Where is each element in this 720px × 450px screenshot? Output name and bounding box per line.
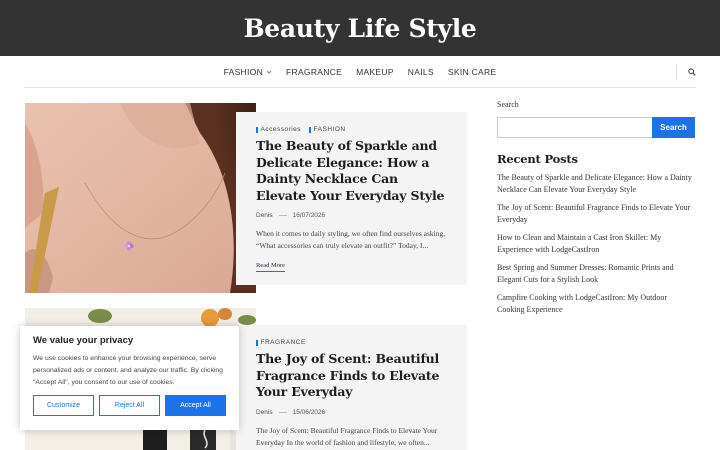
nav-item-fashion[interactable]: FASHION bbox=[224, 67, 272, 77]
post-title[interactable]: The Joy of Scent: Beautiful Fragrance Fi… bbox=[256, 351, 447, 401]
post-excerpt: The Joy of Scent: Beautiful Fragrance Fi… bbox=[256, 425, 438, 447]
recent-post-link[interactable]: Campfire Cooking with LodgeCastIron: My … bbox=[497, 292, 695, 316]
meta-separator bbox=[278, 215, 287, 216]
post-content: Accessories FASHION The Beauty of Sparkl… bbox=[236, 112, 467, 285]
cookie-buttons: Customize Reject All Accept All bbox=[33, 395, 226, 416]
post-content: FRAGRANCE The Joy of Scent: Beautiful Fr… bbox=[236, 325, 467, 450]
search-button[interactable]: Search bbox=[652, 117, 695, 138]
category-accessories[interactable]: Accessories bbox=[256, 126, 301, 133]
sidebar: Search Search Recent Posts The Beauty of… bbox=[497, 100, 695, 322]
recent-post-link[interactable]: How to Clean and Maintain a Cast Iron Sk… bbox=[497, 232, 695, 256]
nav-item-skin-care[interactable]: SKIN CARE bbox=[448, 67, 497, 77]
recent-post-link[interactable]: The Joy of Scent: Beautiful Fragrance Fi… bbox=[497, 202, 695, 226]
nav-item-label: NAILS bbox=[407, 67, 434, 77]
recent-post-link[interactable]: The Beauty of Sparkle and Delicate Elega… bbox=[497, 172, 695, 196]
search-icon bbox=[688, 68, 696, 76]
nav-item-label: FRAGRANCE bbox=[286, 67, 343, 77]
post-excerpt: When it comes to daily styling, we often… bbox=[256, 229, 446, 250]
recent-posts-heading: Recent Posts bbox=[497, 152, 578, 166]
necklace-photo bbox=[25, 103, 256, 293]
post-meta: Denis 15/06/2026 bbox=[256, 409, 447, 416]
meta-separator bbox=[278, 411, 287, 413]
nav-item-fragrance[interactable]: FRAGRANCE bbox=[286, 67, 342, 77]
site-title[interactable]: Beauty Life Style bbox=[243, 14, 476, 43]
post-categories: Accessories FASHION bbox=[256, 126, 447, 133]
cookie-text: We use cookies to enhance your browsing … bbox=[33, 355, 223, 386]
reject-all-button[interactable]: Reject All bbox=[99, 395, 160, 416]
chevron-down-icon bbox=[266, 70, 272, 74]
post-categories: FRAGRANCE bbox=[256, 339, 447, 346]
main-nav: FASHION FRAGRANCE MAKEUP NAILS SKIN CARE bbox=[24, 56, 696, 88]
category-fragrance[interactable]: FRAGRANCE bbox=[256, 339, 306, 346]
nav-item-nails[interactable]: NAILS bbox=[408, 67, 434, 77]
cookie-consent-banner: We value your privacy We use cookies to … bbox=[20, 326, 239, 430]
nav-item-label: SKIN CARE bbox=[447, 67, 497, 77]
nav-item-label: MAKEUP bbox=[356, 67, 394, 77]
search-label: Search bbox=[497, 100, 519, 109]
cookie-title: We value your privacy bbox=[33, 335, 134, 346]
category-fashion[interactable]: FASHION bbox=[309, 126, 346, 133]
nav-item-makeup[interactable]: MAKEUP bbox=[356, 67, 394, 77]
search-input[interactable] bbox=[497, 117, 652, 138]
recent-post-link[interactable]: Best Spring and Summer Dresses: Romantic… bbox=[497, 262, 695, 286]
accept-all-button[interactable]: Accept All bbox=[165, 395, 226, 416]
post-meta: Denis 16/07/2026 bbox=[256, 212, 447, 219]
recent-posts-list: The Beauty of Sparkle and Delicate Elega… bbox=[497, 172, 695, 316]
sidebar-search: Search bbox=[497, 117, 695, 138]
post-title[interactable]: The Beauty of Sparkle and Delicate Elega… bbox=[256, 138, 447, 204]
post-author[interactable]: Denis bbox=[256, 409, 273, 416]
nav-search-button[interactable] bbox=[676, 64, 696, 80]
customize-button[interactable]: Customize bbox=[33, 395, 94, 416]
post-image-necklace[interactable] bbox=[25, 103, 256, 293]
post-date: 16/07/2026 bbox=[292, 212, 326, 219]
post-author[interactable]: Denis bbox=[256, 212, 273, 219]
read-more-link[interactable]: Read More bbox=[256, 262, 286, 272]
site-header: Beauty Life Style bbox=[0, 0, 720, 56]
post-date: 15/06/2026 bbox=[292, 408, 326, 416]
nav-item-label: FASHION bbox=[223, 67, 264, 77]
